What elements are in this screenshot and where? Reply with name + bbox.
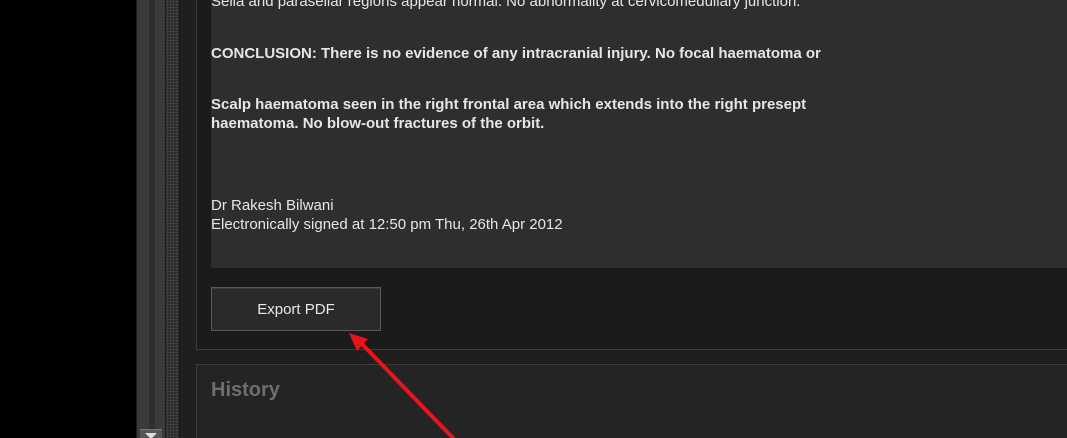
export-pdf-button[interactable]: Export PDF (211, 287, 381, 331)
left-black-area (0, 0, 136, 438)
chevron-down-icon (145, 433, 157, 438)
scrollbar-track[interactable] (149, 0, 155, 438)
vertical-scrollbar[interactable] (136, 0, 166, 438)
report-conclusion: CONCLUSION: There is no evidence of any … (211, 45, 821, 62)
scroll-down-button[interactable] (140, 429, 162, 438)
report-text-box: Sella and parasellar regions appear norm… (211, 0, 1067, 268)
history-title: History (211, 379, 280, 401)
report-doctor-name: Dr Rakesh Bilwani (211, 197, 334, 214)
report-finding-line-2: haematoma. No blow-out fractures of the … (211, 115, 545, 132)
screen: Sella and parasellar regions appear norm… (0, 0, 1067, 438)
report-signature: Electronically signed at 12:50 pm Thu, 2… (211, 216, 563, 233)
splitter-grip[interactable] (166, 0, 180, 438)
report-cutoff-line: Sella and parasellar regions appear norm… (211, 0, 801, 10)
history-panel: History (196, 364, 1067, 438)
report-finding-line-1: Scalp haematoma seen in the right fronta… (211, 96, 807, 113)
